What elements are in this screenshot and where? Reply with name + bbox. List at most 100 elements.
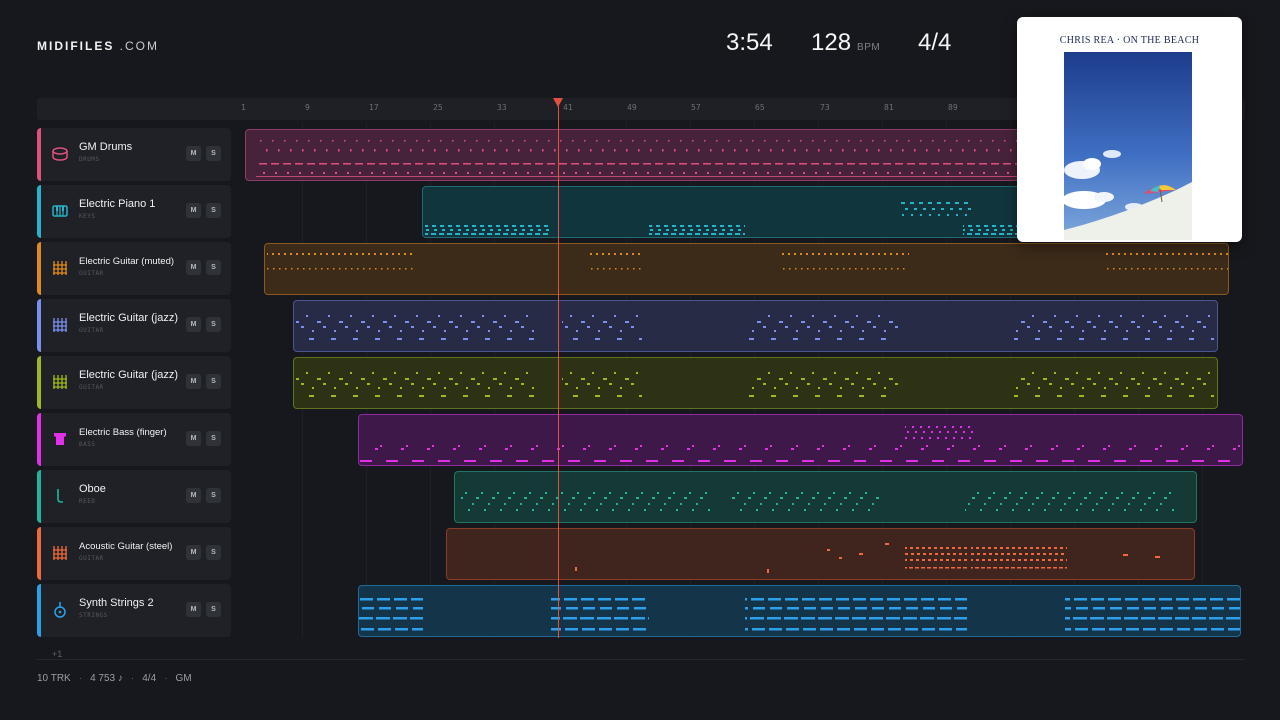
bar-number: 33 (497, 103, 507, 112)
mute-button[interactable]: M (186, 317, 201, 332)
track-category: GUITAR (79, 555, 104, 562)
note-pattern (296, 358, 1214, 408)
note-pattern (359, 415, 1242, 465)
midi-clip-electric-guitar-muted[interactable] (264, 243, 1229, 295)
track-row-oboe[interactable]: Oboe REED M S (37, 470, 231, 523)
album-artwork-image (1064, 52, 1192, 240)
solo-button[interactable]: S (206, 374, 221, 389)
mute-button[interactable]: M (186, 146, 201, 161)
tempo-unit: BPM (857, 42, 881, 53)
playhead-handle[interactable] (553, 98, 563, 107)
track-name: Electric Guitar (jazz) (79, 312, 179, 324)
track-name: Synth Strings 2 (79, 597, 154, 609)
playhead-line[interactable] (558, 98, 559, 638)
track-color-stripe (37, 584, 41, 637)
track-row-electric-guitar-jazz-2[interactable]: Electric Guitar (jazz) GUITAR M S (37, 356, 231, 409)
bar-number: 73 (820, 103, 830, 112)
logo-suffix-text: .COM (114, 39, 160, 53)
solo-button[interactable]: S (206, 203, 221, 218)
track-row-electric-guitar-muted[interactable]: Electric Guitar (muted) GUITAR M S (37, 242, 231, 295)
note-pattern (296, 301, 1214, 351)
footer-time-signature: 4/4 (142, 673, 157, 684)
track-category: GUITAR (79, 270, 104, 277)
mute-button[interactable]: M (186, 602, 201, 617)
album-title: CHRIS REA · ON THE BEACH (1059, 35, 1200, 46)
midi-clip-synth-strings[interactable] (358, 585, 1241, 637)
song-tempo: 128 BPM (811, 29, 880, 57)
solo-button[interactable]: S (206, 431, 221, 446)
track-row-gm-drums[interactable]: GM Drums DRUMS M S (37, 128, 231, 181)
note-pattern (267, 244, 1228, 294)
midi-clip-electric-guitar-jazz[interactable] (293, 300, 1218, 352)
mute-button[interactable]: M (186, 260, 201, 275)
midi-clip-electric-piano[interactable] (422, 186, 1062, 238)
mute-button[interactable]: M (186, 203, 201, 218)
solo-button[interactable]: S (206, 260, 221, 275)
guitar-fretboard-icon (53, 261, 67, 275)
solo-button[interactable]: S (206, 317, 221, 332)
track-count: 10 TRK (37, 673, 71, 684)
solo-button[interactable]: S (206, 146, 221, 161)
track-row-acoustic-guitar[interactable]: Acoustic Guitar (steel) GUITAR M S (37, 527, 231, 580)
track-color-stripe (37, 356, 41, 409)
track-name: Acoustic Guitar (steel) (79, 541, 173, 552)
file-stats: 10 TRK · 4 753 ♪ · 4/4 · GM (37, 673, 192, 684)
midi-clip-electric-guitar-jazz-2[interactable] (293, 357, 1218, 409)
solo-button[interactable]: S (206, 545, 221, 560)
mute-button[interactable]: M (186, 374, 201, 389)
track-row-synth-strings[interactable]: Synth Strings 2 STRINGS M S (37, 584, 231, 637)
track-name: Electric Bass (finger) (79, 427, 167, 438)
midi-standard: GM (175, 673, 192, 684)
track-category: GUITAR (79, 327, 104, 334)
track-category: KEYS (79, 213, 96, 220)
note-pattern (359, 586, 1240, 636)
track-category: BASS (79, 441, 96, 448)
track-category: REED (79, 498, 96, 505)
mute-button[interactable]: M (186, 488, 201, 503)
track-color-stripe (37, 470, 41, 523)
solo-button[interactable]: S (206, 602, 221, 617)
mute-button[interactable]: M (186, 431, 201, 446)
bar-number: 1 (241, 103, 246, 112)
bar-number: 41 (563, 103, 573, 112)
track-row-electric-guitar-jazz[interactable]: Electric Guitar (jazz) GUITAR M S (37, 299, 231, 352)
bass-icon (54, 433, 66, 445)
bar-number: 81 (884, 103, 894, 112)
drum-icon (52, 147, 68, 161)
more-tracks-indicator[interactable]: +1 (52, 649, 62, 659)
mute-button[interactable]: M (186, 545, 201, 560)
track-row-electric-bass[interactable]: Electric Bass (finger) BASS M S (37, 413, 231, 466)
track-name: Oboe (79, 483, 106, 495)
time-signature: 4/4 (918, 29, 952, 56)
track-category: GUITAR (79, 384, 104, 391)
reed-icon (57, 489, 63, 503)
track-color-stripe (37, 128, 41, 181)
guitar-fretboard-icon (53, 546, 67, 560)
bar-number: 65 (755, 103, 765, 112)
album-cover: CHRIS REA · ON THE BEACH (1017, 17, 1242, 242)
track-category: DRUMS (79, 156, 100, 163)
track-row-electric-piano[interactable]: Electric Piano 1 KEYS M S (37, 185, 231, 238)
track-color-stripe (37, 185, 41, 238)
note-count: 4 753 ♪ (90, 673, 123, 684)
bar-number: 49 (627, 103, 637, 112)
note-pattern (461, 472, 1175, 522)
logo-main-text: MIDIFILES (37, 39, 115, 53)
note-pattern (256, 130, 1056, 180)
track-name: GM Drums (79, 141, 133, 153)
track-category: STRINGS (79, 612, 108, 619)
bar-number: 9 (305, 103, 310, 112)
site-logo[interactable]: MIDIFILES .COM (37, 39, 159, 53)
note-pattern (425, 187, 1061, 237)
track-color-stripe (37, 242, 41, 295)
track-name: Electric Guitar (muted) (79, 256, 175, 267)
track-color-stripe (37, 299, 41, 352)
track-name: Electric Piano 1 (79, 198, 156, 210)
song-duration: 3:54 (726, 29, 773, 56)
midi-clip-oboe[interactable] (454, 471, 1197, 523)
midi-clip-electric-bass[interactable] (358, 414, 1243, 466)
midi-clip-gm-drums[interactable] (245, 129, 1065, 181)
solo-button[interactable]: S (206, 488, 221, 503)
piano-keys-icon (52, 205, 68, 217)
strings-icon (54, 602, 66, 618)
